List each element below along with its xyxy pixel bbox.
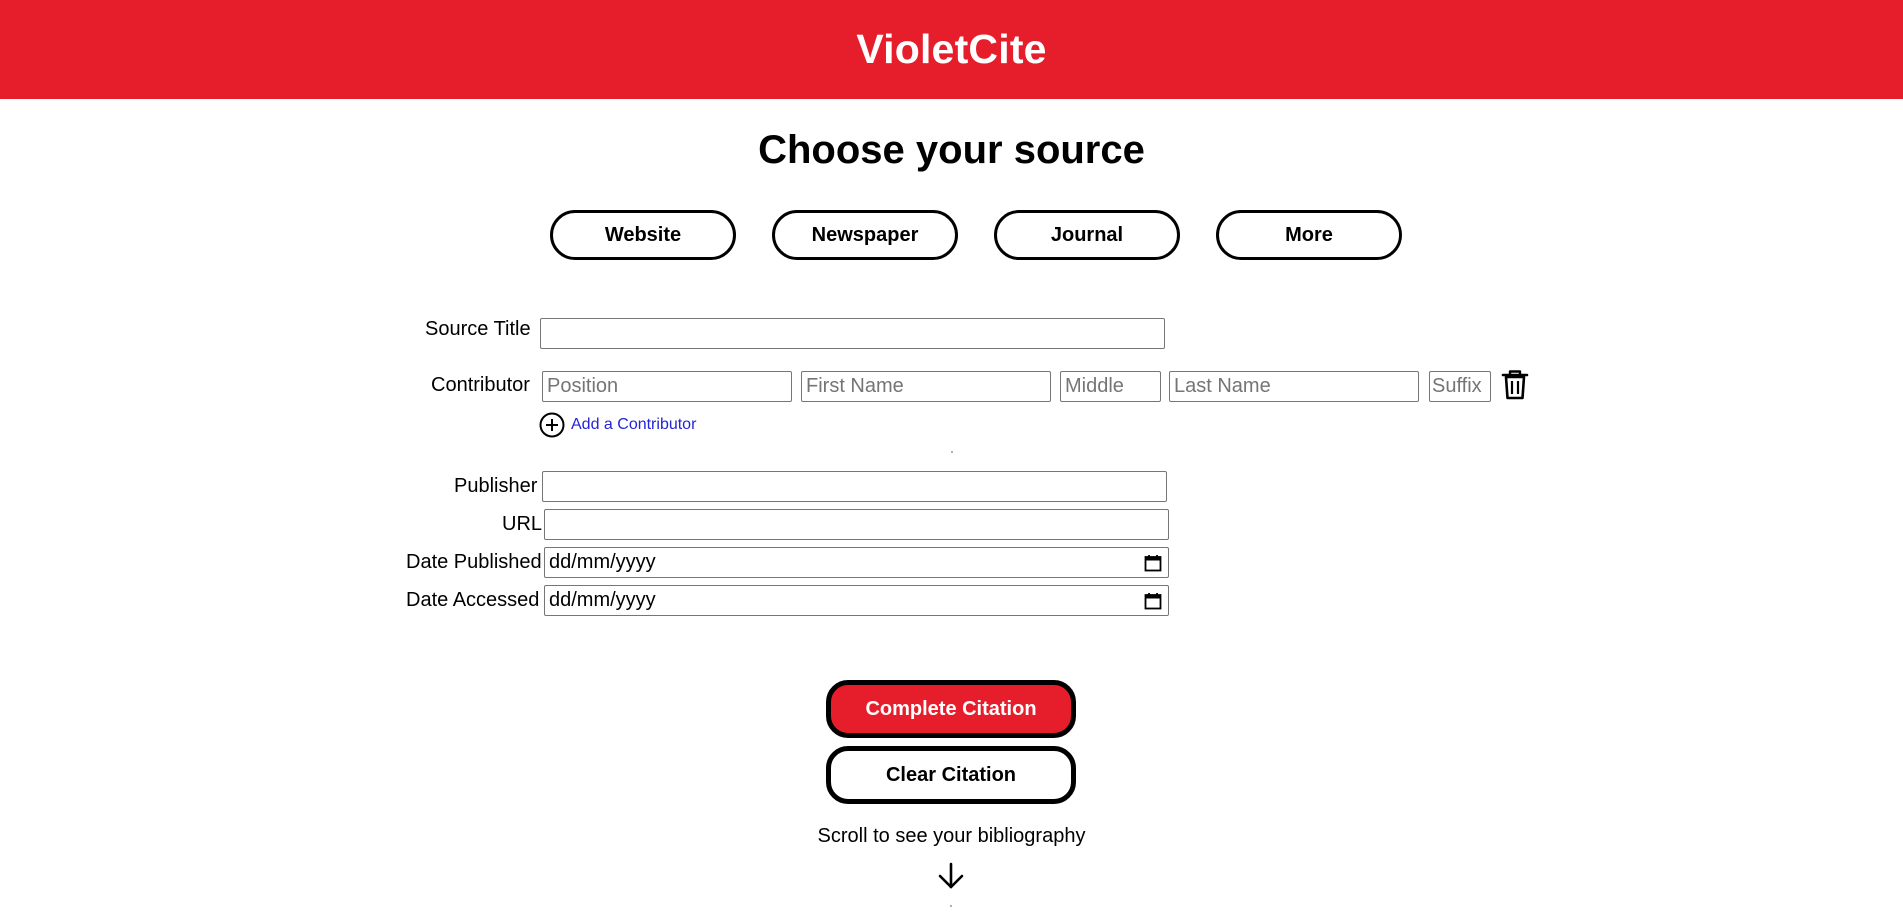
date-accessed-input[interactable]: dd/mm/yyyy [544,585,1169,616]
tab-more[interactable]: More [1216,210,1402,260]
app-header: VioletCite [0,0,1903,99]
calendar-icon[interactable] [1144,554,1162,572]
date-published-input[interactable]: dd/mm/yyyy [544,547,1169,578]
complete-citation-button[interactable]: Complete Citation [826,680,1076,738]
publisher-input[interactable] [542,471,1167,502]
date-accessed-placeholder: dd/mm/yyyy [549,589,656,611]
source-title-label: Source Title [425,318,531,340]
calendar-icon[interactable] [1144,592,1162,610]
page-title: Choose your source [758,128,1145,172]
plus-circle-icon [539,412,565,438]
scroll-hint: Scroll to see your bibliography [817,825,1086,847]
bottom-dot [950,905,952,907]
date-published-label: Date Published [406,551,542,573]
tab-website[interactable]: Website [550,210,736,260]
tab-newspaper[interactable]: Newspaper [772,210,958,260]
add-contributor-button[interactable]: Add a Contributor [539,412,696,438]
tab-journal[interactable]: Journal [994,210,1180,260]
contributor-middle-input[interactable] [1060,371,1161,402]
contributor-last-name-input[interactable] [1169,371,1419,402]
divider-dot [951,451,953,453]
contributor-label: Contributor [431,374,530,396]
trash-icon[interactable] [1501,370,1529,400]
date-accessed-label: Date Accessed [406,589,540,611]
contributor-suffix-input[interactable] [1429,371,1491,402]
date-published-placeholder: dd/mm/yyyy [549,551,656,573]
source-type-tabs: Website Newspaper Journal More [0,210,1903,260]
publisher-label: Publisher [454,475,538,497]
contributor-first-name-input[interactable] [801,371,1051,402]
arrow-down-icon[interactable] [938,862,964,890]
source-title-input[interactable] [540,318,1165,349]
brand-title[interactable]: VioletCite [856,26,1046,73]
url-input[interactable] [544,509,1169,540]
clear-citation-button[interactable]: Clear Citation [826,746,1076,804]
add-contributor-label[interactable]: Add a Contributor [571,416,696,434]
url-label: URL [502,513,543,535]
contributor-position-input[interactable] [542,371,792,402]
